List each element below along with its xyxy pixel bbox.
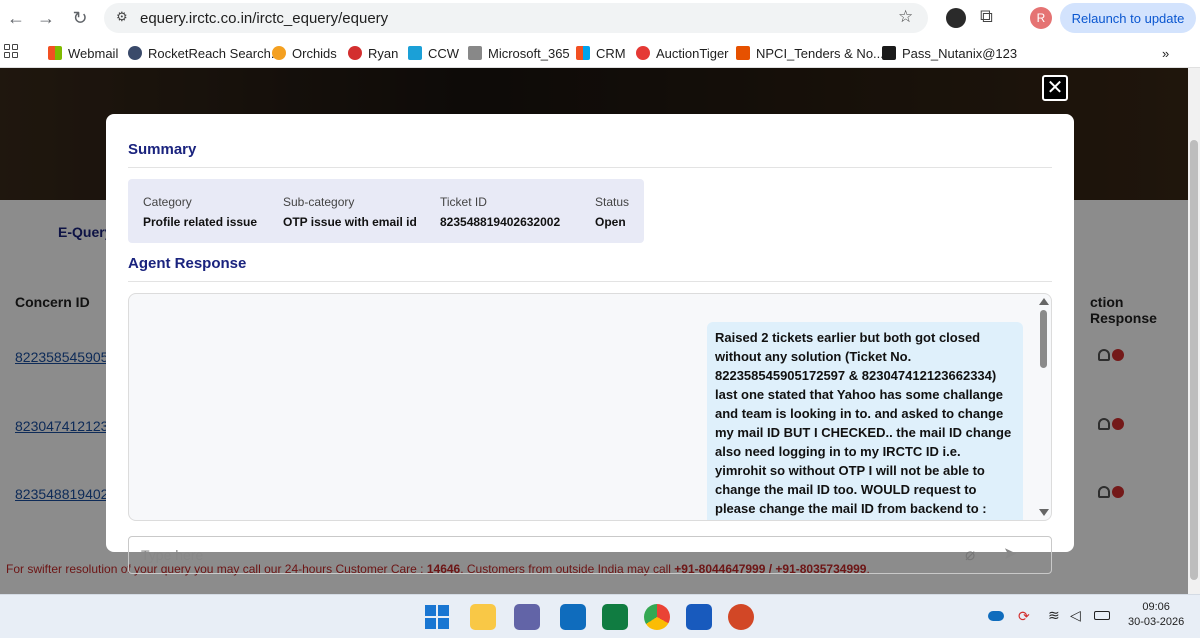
bookmark-rocketreach[interactable]: RocketReach Search...: [128, 44, 282, 62]
bookmark-ccw[interactable]: CCW: [408, 44, 459, 62]
nutanix-icon: [882, 46, 896, 60]
microsoft365-icon: [468, 46, 482, 60]
attach-paperclip-icon[interactable]: ⌀: [965, 545, 975, 565]
summary-subcategory: Sub-category OTP issue with email id: [283, 195, 417, 229]
message-input-placeholder: Type here: [141, 547, 204, 563]
npci-icon: [736, 46, 750, 60]
teams-icon[interactable]: [514, 604, 540, 630]
summary-category: Category Profile related issue: [143, 195, 258, 229]
bookmark-microsoft365[interactable]: Microsoft_365: [468, 44, 570, 62]
extensions-puzzle-icon[interactable]: ⧉: [980, 6, 993, 27]
address-bar[interactable]: ⚙ equery.irctc.co.in/irctc_equery/equery…: [104, 3, 928, 33]
forward-icon[interactable]: →: [34, 6, 58, 30]
message-input[interactable]: Type here ⌀ ➤: [128, 536, 1052, 574]
chrome-icon[interactable]: [644, 604, 670, 630]
battery-icon[interactable]: [1094, 611, 1110, 620]
url-text: equery.irctc.co.in/irctc_equery/equery: [140, 10, 389, 27]
bookmarks-bar: Webmail RocketReach Search... Orchids Ry…: [0, 36, 1200, 68]
bookmark-crm[interactable]: CRM: [576, 44, 626, 62]
bookmark-orchids[interactable]: Orchids: [272, 44, 337, 62]
site-info-icon[interactable]: ⚙: [116, 9, 128, 25]
summary-status: Status Open: [595, 195, 630, 229]
word-icon[interactable]: [686, 604, 712, 630]
powerpoint-icon[interactable]: [728, 604, 754, 630]
ryan-icon: [348, 46, 362, 60]
microsoft-icon: [48, 46, 62, 60]
clock-date: 30-03-2026: [1128, 616, 1185, 628]
sync-alert-icon[interactable]: ⟳: [1018, 608, 1030, 625]
scroll-down-icon[interactable]: [1039, 509, 1049, 516]
extension-avatar-icon[interactable]: [946, 8, 966, 28]
bookmark-ryan[interactable]: Ryan: [348, 44, 398, 62]
send-icon[interactable]: ➤: [1003, 544, 1017, 564]
bookmark-star-icon[interactable]: ☆: [898, 7, 913, 27]
bookmark-auctiontiger[interactable]: AuctionTiger: [636, 44, 729, 62]
outlook-icon[interactable]: [560, 604, 586, 630]
system-clock[interactable]: 09:06 30-03-2026: [1128, 601, 1184, 628]
apps-grid-icon[interactable]: [4, 44, 18, 58]
page-scrollbar[interactable]: [1188, 68, 1200, 594]
summary-ticket-id: Ticket ID 823548819402632002: [440, 195, 561, 229]
summary-box: Category Profile related issue Sub-catego…: [128, 179, 644, 243]
windows-start-icon[interactable]: [424, 604, 450, 630]
wifi-icon[interactable]: ≋: [1048, 607, 1060, 624]
windows-taskbar: ⟳ ≋ ◁ 09:06 30-03-2026: [0, 594, 1200, 638]
reload-icon[interactable]: ↻: [68, 6, 92, 30]
chat-thread[interactable]: Raised 2 tickets earlier but both got cl…: [128, 293, 1052, 521]
browser-toolbar: ← → ↻ ⚙ equery.irctc.co.in/irctc_equery/…: [0, 0, 1200, 36]
more-bookmarks-icon[interactable]: »: [1162, 44, 1169, 62]
onedrive-icon[interactable]: [988, 611, 1004, 621]
file-explorer-icon[interactable]: [470, 604, 496, 630]
auctiontiger-icon: [636, 46, 650, 60]
microsoft-icon: [576, 46, 590, 60]
divider: [128, 281, 1052, 282]
chat-scrollbar[interactable]: [1035, 294, 1051, 520]
bookmark-webmail[interactable]: Webmail: [48, 44, 118, 62]
excel-icon[interactable]: [602, 604, 628, 630]
agent-response-heading: Agent Response: [128, 255, 247, 272]
page-scroll-thumb[interactable]: [1190, 140, 1198, 580]
clock-time: 09:06: [1142, 601, 1170, 613]
close-modal-button[interactable]: ✕: [1042, 75, 1068, 101]
user-message-bubble: Raised 2 tickets earlier but both got cl…: [707, 322, 1023, 520]
bookmark-nutanix[interactable]: Pass_Nutanix@123: [882, 44, 1017, 62]
scroll-up-icon[interactable]: [1039, 298, 1049, 305]
divider: [128, 167, 1052, 168]
volume-icon[interactable]: ◁: [1070, 607, 1081, 624]
orchids-icon: [272, 46, 286, 60]
cisco-icon: [408, 46, 422, 60]
back-icon[interactable]: ←: [4, 6, 28, 30]
scroll-thumb[interactable]: [1040, 310, 1047, 368]
relaunch-button[interactable]: Relaunch to update: [1060, 3, 1196, 33]
summary-heading: Summary: [128, 141, 197, 158]
rocketreach-icon: [128, 46, 142, 60]
bookmark-npci[interactable]: NPCI_Tenders & No...: [736, 44, 884, 62]
ticket-summary-modal: Summary Category Profile related issue Su…: [106, 114, 1074, 552]
profile-avatar[interactable]: R: [1030, 7, 1052, 29]
